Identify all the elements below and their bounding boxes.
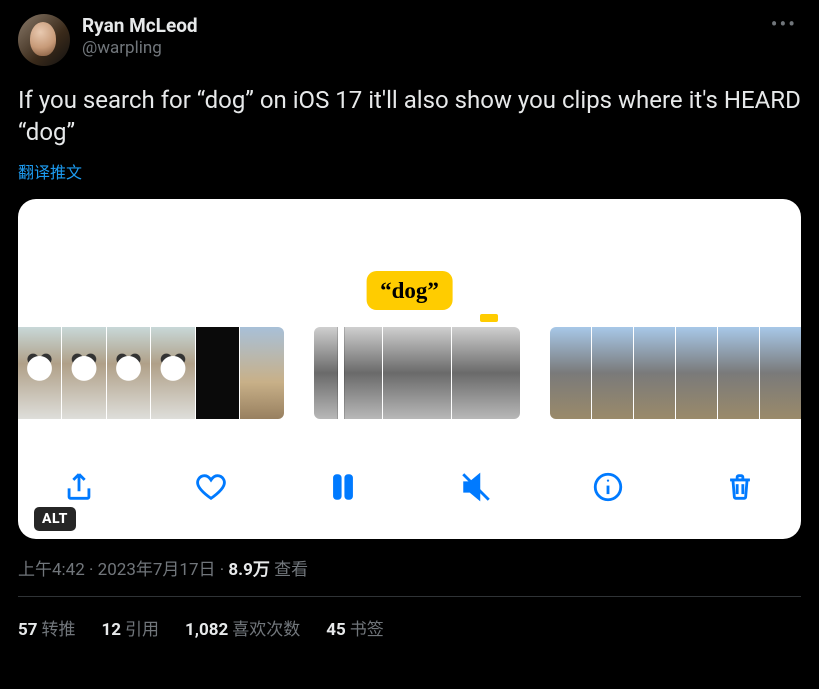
pause-button[interactable] — [326, 470, 360, 504]
mute-button[interactable] — [459, 470, 493, 504]
search-term-tooltip: “dog” — [366, 271, 453, 310]
tweet-date[interactable]: 2023年7月17日 — [98, 560, 216, 580]
clip-thumbnail-group[interactable] — [550, 327, 801, 419]
retweets-stat[interactable]: 57转推 — [18, 615, 76, 640]
alt-badge[interactable]: ALT — [34, 507, 76, 531]
translate-link[interactable]: 翻译推文 — [18, 159, 801, 183]
info-button[interactable] — [591, 470, 625, 504]
playhead[interactable] — [338, 327, 344, 419]
trash-icon — [723, 470, 757, 504]
likes-stat[interactable]: 1,082喜欢次数 — [185, 615, 300, 640]
bookmarks-stat[interactable]: 45书签 — [326, 615, 384, 640]
author-names: Ryan McLeod @warpling — [82, 14, 198, 59]
quotes-stat[interactable]: 12引用 — [102, 615, 160, 640]
tweet-header: Ryan McLeod @warpling ••• — [18, 14, 801, 66]
pause-icon — [326, 470, 360, 504]
media-toolbar — [18, 463, 801, 511]
heart-icon — [194, 470, 228, 504]
share-button[interactable] — [62, 470, 96, 504]
video-scrubber-strip[interactable] — [18, 327, 801, 419]
delete-button[interactable] — [723, 470, 757, 504]
views-count: 8.9万 — [228, 560, 269, 580]
author-display-name[interactable]: Ryan McLeod — [82, 14, 198, 38]
avatar[interactable] — [18, 14, 70, 66]
views-label: 查看 — [270, 560, 308, 580]
clip-thumbnail-group[interactable] — [18, 327, 284, 419]
speaker-mute-icon — [459, 470, 493, 504]
share-icon — [62, 470, 96, 504]
author-handle[interactable]: @warpling — [82, 38, 198, 59]
more-options-button[interactable]: ••• — [771, 12, 797, 36]
tweet-time[interactable]: 上午4:42 — [18, 560, 85, 580]
tweet-text: If you search for “dog” on iOS 17 it'll … — [18, 84, 801, 149]
favorite-button[interactable] — [194, 470, 228, 504]
tweet-container: Ryan McLeod @warpling ••• If you search … — [0, 0, 819, 640]
media-card[interactable]: “dog” — [18, 199, 801, 539]
tweet-meta: 上午4:42 · 2023年7月17日 · 8.9万 查看 — [18, 555, 801, 580]
clip-thumbnail-group[interactable] — [314, 327, 521, 419]
info-icon — [591, 470, 625, 504]
engagement-stats: 57转推 12引用 1,082喜欢次数 45书签 — [18, 597, 801, 640]
playhead-marker — [480, 314, 498, 322]
